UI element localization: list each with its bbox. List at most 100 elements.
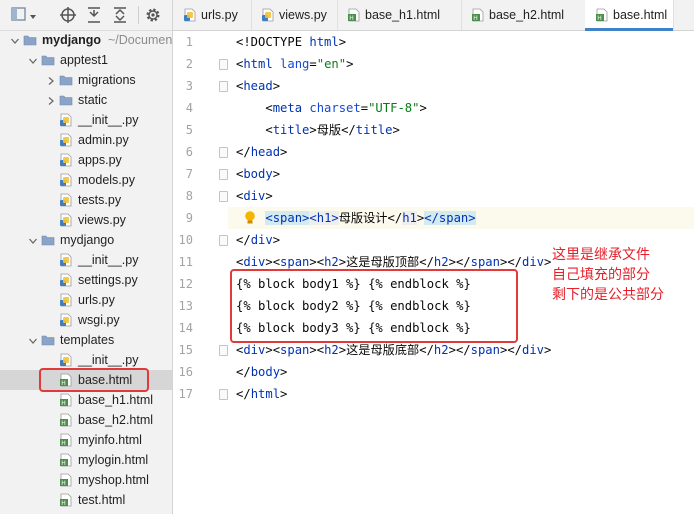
tree-file[interactable]: Hmylogin.html [0, 450, 172, 470]
line-number: 8 [185, 189, 193, 203]
svg-text:H: H [473, 15, 478, 22]
python-file-icon [183, 8, 197, 22]
tree-folder[interactable]: migrations [0, 70, 172, 90]
python-file-icon [59, 253, 73, 267]
project-tree: mydjango~/Documents apptest1 migrations sta… [0, 30, 172, 510]
code-token: > [544, 255, 552, 269]
code-line: <head> [236, 75, 280, 97]
tree-file[interactable]: admin.py [0, 130, 172, 150]
code-token: span [470, 255, 500, 269]
tree-folder[interactable]: static [0, 90, 172, 110]
tree-file[interactable]: __init__.py [0, 250, 172, 270]
lightbulb-icon[interactable] [244, 210, 256, 226]
tree-file[interactable]: Hbase_h1.html [0, 390, 172, 410]
code-token: </ [236, 365, 251, 379]
tab-label: base_h1.html [365, 8, 441, 22]
code-token: lang [280, 57, 310, 71]
tree-item-label: static [78, 93, 108, 107]
html-file-icon: H [595, 8, 609, 22]
code-token: body [250, 365, 281, 379]
fold-marker-icon[interactable] [219, 345, 228, 356]
tree-file[interactable]: settings.py [0, 270, 172, 290]
python-file-icon [59, 213, 73, 227]
tree-file[interactable]: Hbase_h2.html [0, 410, 172, 430]
fold-marker-icon[interactable] [219, 389, 228, 400]
code-token: div [243, 343, 266, 357]
chevron-right-icon[interactable] [46, 95, 56, 105]
tree-file[interactable]: apps.py [0, 150, 172, 170]
block-section-highlight-box [230, 269, 518, 343]
chevron-down-icon[interactable] [28, 335, 38, 345]
tab-base-html[interactable]: Hbase.html [585, 0, 674, 31]
tree-folder[interactable]: mydjango~/Documents [0, 30, 172, 50]
selected-file-highlight-box [39, 368, 149, 392]
tree-item-label: mydjango [60, 233, 115, 247]
code-token: h2 [324, 255, 339, 269]
collapse-all-icon[interactable] [84, 5, 104, 25]
fold-marker-icon[interactable] [219, 81, 228, 92]
tree-file[interactable]: urls.py [0, 290, 172, 310]
tree-file[interactable]: Hmyshop.html [0, 470, 172, 490]
tab-urls-py[interactable]: urls.py [173, 0, 252, 30]
fold-marker-icon[interactable] [219, 191, 228, 202]
line-number-gutter: 1 2 3 4 5 6 7 8 9 10 11 12 13 14 15 16 17 [173, 31, 227, 514]
python-file-icon [59, 353, 73, 367]
fold-marker-icon[interactable] [219, 147, 228, 158]
code-token: div [243, 189, 266, 203]
svg-text:H: H [61, 480, 66, 487]
code-line: <div> [236, 185, 273, 207]
code-token: > [280, 387, 288, 401]
code-token: > [544, 343, 552, 357]
tree-file[interactable]: __init__.py [0, 350, 172, 370]
tab-views-py[interactable]: views.py [251, 0, 338, 30]
tab-base_h1-html[interactable]: Hbase_h1.html [337, 0, 462, 30]
tree-file[interactable]: Hmyinfo.html [0, 430, 172, 450]
expand-all-icon[interactable] [110, 5, 130, 25]
fold-marker-icon[interactable] [219, 169, 228, 180]
tree-folder[interactable]: mydjango [0, 230, 172, 250]
fold-marker-icon[interactable] [219, 59, 228, 70]
chevron-down-icon[interactable] [10, 35, 20, 45]
code-line: <title>母版</title> [236, 119, 399, 141]
line-number: 3 [185, 79, 193, 93]
code-token: span [280, 255, 310, 269]
tree-folder[interactable]: templates [0, 330, 172, 350]
svg-text:H: H [597, 15, 602, 22]
folder-icon [59, 93, 73, 107]
code-token: = [360, 101, 369, 115]
tree-item-label: urls.py [78, 293, 115, 307]
tree-file[interactable]: models.py [0, 170, 172, 190]
tree-item-label: wsgi.py [78, 313, 120, 327]
line-number: 5 [185, 123, 193, 137]
gear-icon[interactable] [143, 5, 163, 25]
code-token: ></ [499, 343, 522, 357]
python-file-icon [59, 133, 73, 147]
tree-file[interactable]: views.py [0, 210, 172, 230]
python-file-icon [261, 8, 275, 22]
tree-file[interactable]: __init__.py [0, 110, 172, 130]
code-token: html [309, 35, 339, 49]
code-token: "UTF-8" [368, 101, 420, 115]
html-file-icon: H [59, 393, 73, 407]
tab-base_h2-html[interactable]: Hbase_h2.html [461, 0, 586, 30]
chevron-right-icon[interactable] [46, 75, 56, 85]
html-file-icon: H [59, 453, 73, 467]
tree-file[interactable]: tests.py [0, 190, 172, 210]
code-token: title [355, 123, 393, 137]
code-token: span [280, 343, 310, 357]
tree-item-label: migrations [78, 73, 136, 87]
tree-file[interactable]: wsgi.py [0, 310, 172, 330]
python-file-icon [59, 153, 73, 167]
line-number: 1 [185, 35, 193, 49]
project-view-icon[interactable] [10, 5, 40, 25]
tree-file[interactable]: Htest.html [0, 490, 172, 510]
chevron-down-icon[interactable] [28, 55, 38, 65]
code-token: head [243, 79, 273, 93]
target-icon[interactable] [58, 5, 78, 25]
fold-marker-icon[interactable] [219, 235, 228, 246]
tree-item-label: __init__.py [78, 253, 139, 267]
code-token: span [470, 343, 500, 357]
chevron-down-icon[interactable] [28, 235, 38, 245]
tree-item-label: settings.py [78, 273, 138, 287]
tree-folder[interactable]: apptest1 [0, 50, 172, 70]
